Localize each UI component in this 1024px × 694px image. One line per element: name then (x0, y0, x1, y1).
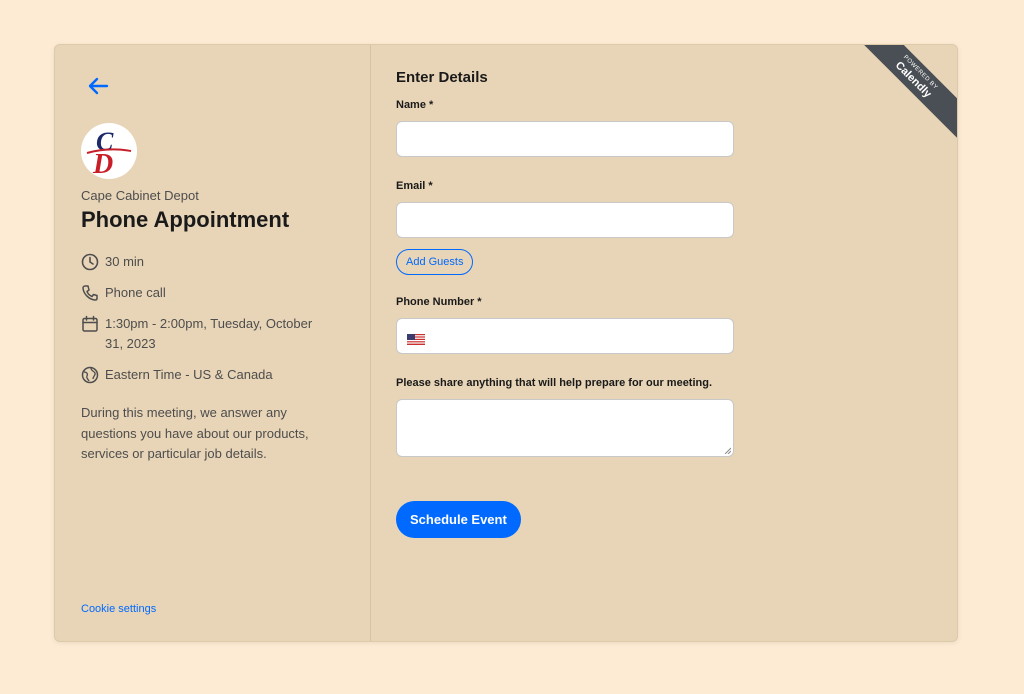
logo-letter-d: D (92, 149, 113, 179)
back-button[interactable] (83, 71, 113, 101)
name-label: Name * (396, 99, 434, 111)
resize-handle-icon[interactable] (724, 447, 731, 454)
datetime-detail: 1:30pm - 2:00pm, Tuesday, October 31, 20… (81, 314, 312, 354)
form-title: Enter Details (396, 69, 488, 86)
event-title: Phone Appointment (81, 207, 290, 232)
datetime-text: 1:30pm - 2:00pm, Tuesday, October 31, 20… (105, 314, 312, 354)
add-guests-button[interactable]: Add Guests (396, 249, 474, 275)
cookie-settings-link[interactable]: Cookie settings (81, 603, 156, 615)
email-input[interactable] (396, 202, 734, 238)
details-form: Enter Details Name * Email * Add Guests … (371, 45, 957, 641)
location-text: Phone call (105, 285, 166, 300)
phone-icon (81, 283, 99, 303)
timezone-detail: Eastern Time - US & Canada (81, 365, 273, 385)
datetime-line-2: 31, 2023 (105, 336, 156, 351)
notes-label: Please share anything that will help pre… (396, 377, 713, 389)
name-input[interactable] (396, 121, 734, 157)
schedule-event-button[interactable]: Schedule Event (396, 501, 521, 538)
location-detail: Phone call (81, 283, 166, 303)
datetime-line-1: 1:30pm - 2:00pm, Tuesday, October (105, 316, 313, 331)
us-flag-icon[interactable] (407, 332, 425, 345)
arrow-left-icon (88, 77, 109, 95)
calendar-icon (81, 314, 99, 334)
organization-name: Cape Cabinet Depot (81, 188, 199, 203)
email-label: Email * (396, 180, 433, 192)
timezone-text: Eastern Time - US & Canada (105, 367, 273, 382)
duration-detail: 30 min (81, 252, 144, 272)
booking-card: C D Cape Cabinet Depot Phone Appointment… (54, 44, 958, 642)
event-description: During this meeting, we answer any quest… (81, 405, 309, 461)
company-logo: C D (81, 123, 137, 179)
globe-icon (81, 365, 99, 385)
notes-textarea[interactable] (396, 399, 734, 457)
event-info-panel: C D Cape Cabinet Depot Phone Appointment… (55, 45, 371, 641)
duration-text: 30 min (105, 254, 145, 269)
phone-input[interactable] (396, 318, 734, 354)
clock-icon (81, 252, 99, 272)
phone-label: Phone Number * (396, 296, 482, 308)
